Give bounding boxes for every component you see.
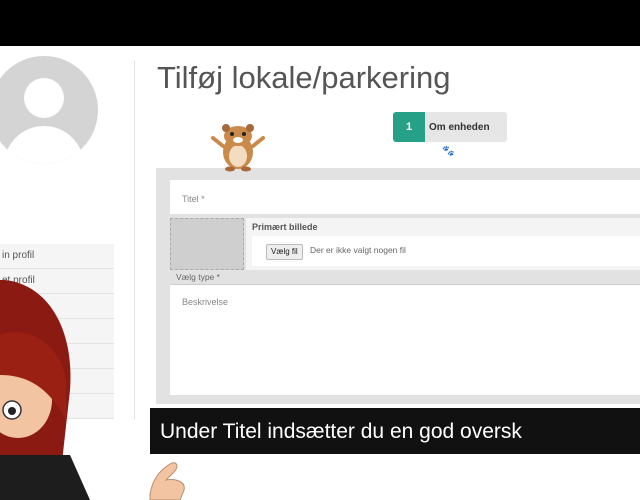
unit-form: Titel * Primært billede Vælg fil Der er … xyxy=(156,168,640,404)
profile-avatar xyxy=(0,56,98,164)
avatar-shoulders xyxy=(4,126,84,164)
image-panel: Primært billede Vælg fil Der er ikke val… xyxy=(246,218,640,270)
hamster-mascot-icon xyxy=(211,124,265,172)
step-number: 1 xyxy=(393,112,425,142)
image-dropzone[interactable] xyxy=(170,218,244,270)
page-title: Tilføj lokale/parkering xyxy=(157,60,451,95)
step-indicator[interactable]: 1 Om enheden xyxy=(393,112,507,142)
image-label: Primært billede xyxy=(252,222,318,232)
file-input-row: Vælg fil Der er ikke valgt nogen fil xyxy=(252,236,640,266)
sidebar-item[interactable]: in profil xyxy=(0,244,114,269)
title-placeholder: Titel * xyxy=(182,194,205,204)
no-file-text: Der er ikke valgt nogen fil xyxy=(310,245,406,255)
cartoon-presenter-icon xyxy=(0,280,185,500)
paw-icon: 🐾 xyxy=(442,146,455,157)
description-textarea[interactable]: Beskrivelse xyxy=(170,284,640,395)
subtitle-text: Under Titel indsætter du en god oversk xyxy=(160,420,522,443)
title-input[interactable]: Titel * xyxy=(170,180,640,214)
choose-file-button[interactable]: Vælg fil xyxy=(266,244,303,260)
avatar-head xyxy=(24,78,64,118)
step-label: Om enheden xyxy=(425,112,507,142)
